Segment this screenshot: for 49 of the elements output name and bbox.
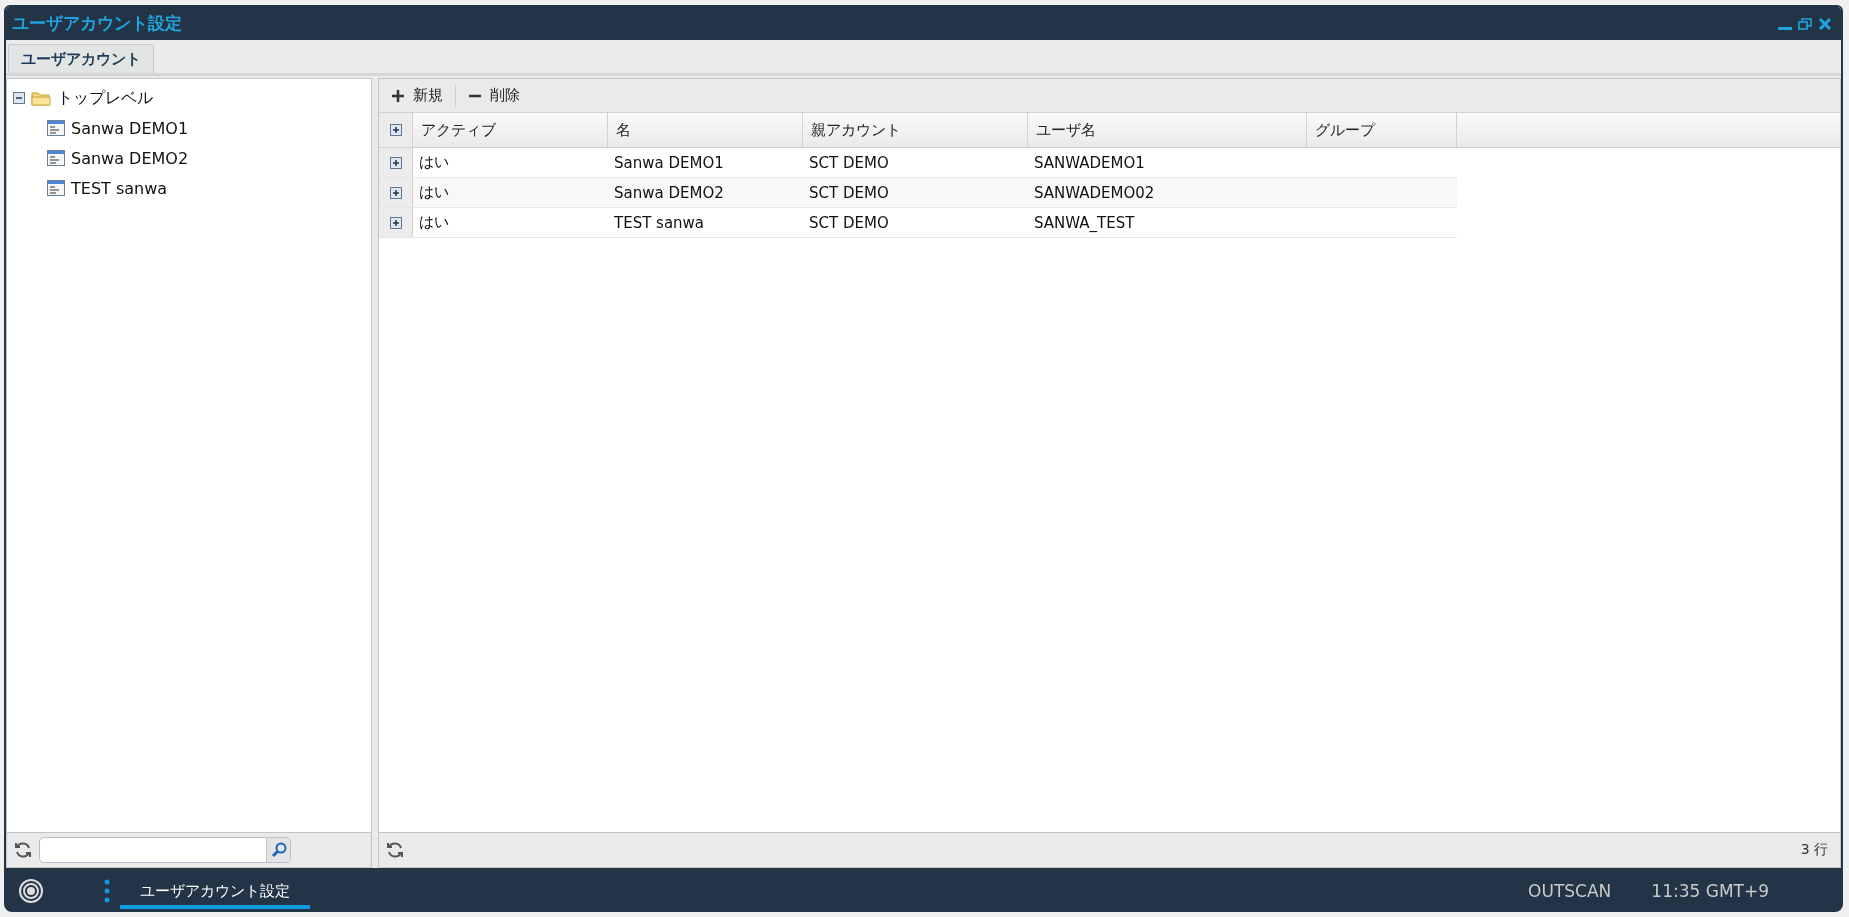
- table-cell-text: はい: [418, 212, 450, 233]
- close-icon: [1818, 16, 1832, 31]
- search-button[interactable]: [266, 838, 290, 862]
- column-header[interactable]: 親アカウント: [803, 113, 1028, 147]
- collapse-icon[interactable]: [13, 92, 25, 104]
- refresh-icon[interactable]: [385, 840, 405, 860]
- search-icon: [270, 842, 287, 858]
- tree-item[interactable]: TEST sanwa: [71, 178, 168, 198]
- mode-label: OUTSCAN: [1528, 881, 1612, 901]
- delete-button[interactable]: 削除: [464, 81, 524, 110]
- table-cell-text: SCT DEMO: [808, 182, 890, 204]
- tree-item[interactable]: Sanwa DEMO2: [71, 148, 189, 168]
- window-title: ユーザアカウント設定: [12, 12, 183, 35]
- table-cell-text: はい: [418, 152, 450, 173]
- minimize-icon: [1778, 27, 1792, 30]
- taskbar-item[interactable]: ユーザアカウント設定: [120, 873, 310, 909]
- column-header[interactable]: 名: [608, 113, 803, 147]
- clock: 11:35 GMT+9: [1651, 881, 1769, 901]
- column-header[interactable]: ユーザ名: [1028, 113, 1307, 147]
- table-cell-text: SCT DEMO: [808, 212, 890, 234]
- expand-icon[interactable]: [389, 216, 402, 229]
- table-cell-text: SANWADEMO1: [1033, 152, 1146, 174]
- list-icon: [47, 180, 65, 196]
- table-cell-text: Sanwa DEMO1: [613, 152, 725, 174]
- table-cell-text: TEST sanwa: [613, 212, 706, 234]
- expand-icon[interactable]: [389, 186, 402, 199]
- search-field[interactable]: [39, 837, 291, 863]
- expand-icon[interactable]: [389, 156, 402, 169]
- row-count: 3 行: [1800, 841, 1829, 859]
- column-header[interactable]: アクティブ: [413, 113, 608, 147]
- table-cell-text: はい: [418, 182, 450, 203]
- table-cell-text: SANWA_TEST: [1033, 212, 1136, 234]
- refresh-icon[interactable]: [13, 840, 33, 860]
- table-cell-text: Sanwa DEMO2: [613, 182, 725, 204]
- expand-icon[interactable]: [389, 124, 402, 136]
- new-button[interactable]: 新規: [387, 81, 447, 110]
- tab[interactable]: ユーザアカウント: [8, 44, 154, 73]
- list-icon: [47, 120, 65, 136]
- tree-item[interactable]: トップレベル: [57, 87, 153, 109]
- menu-dots-icon[interactable]: [104, 879, 110, 903]
- table-cell-text: SANWADEMO02: [1033, 182, 1156, 204]
- tree-item[interactable]: Sanwa DEMO1: [71, 118, 189, 138]
- list-icon: [47, 150, 65, 166]
- restore-icon: [1798, 16, 1812, 31]
- column-header[interactable]: グループ: [1307, 113, 1457, 147]
- plus-icon: [391, 88, 405, 103]
- table-cell-text: SCT DEMO: [808, 152, 890, 174]
- folder-icon: [31, 90, 51, 106]
- target-icon[interactable]: [18, 878, 44, 904]
